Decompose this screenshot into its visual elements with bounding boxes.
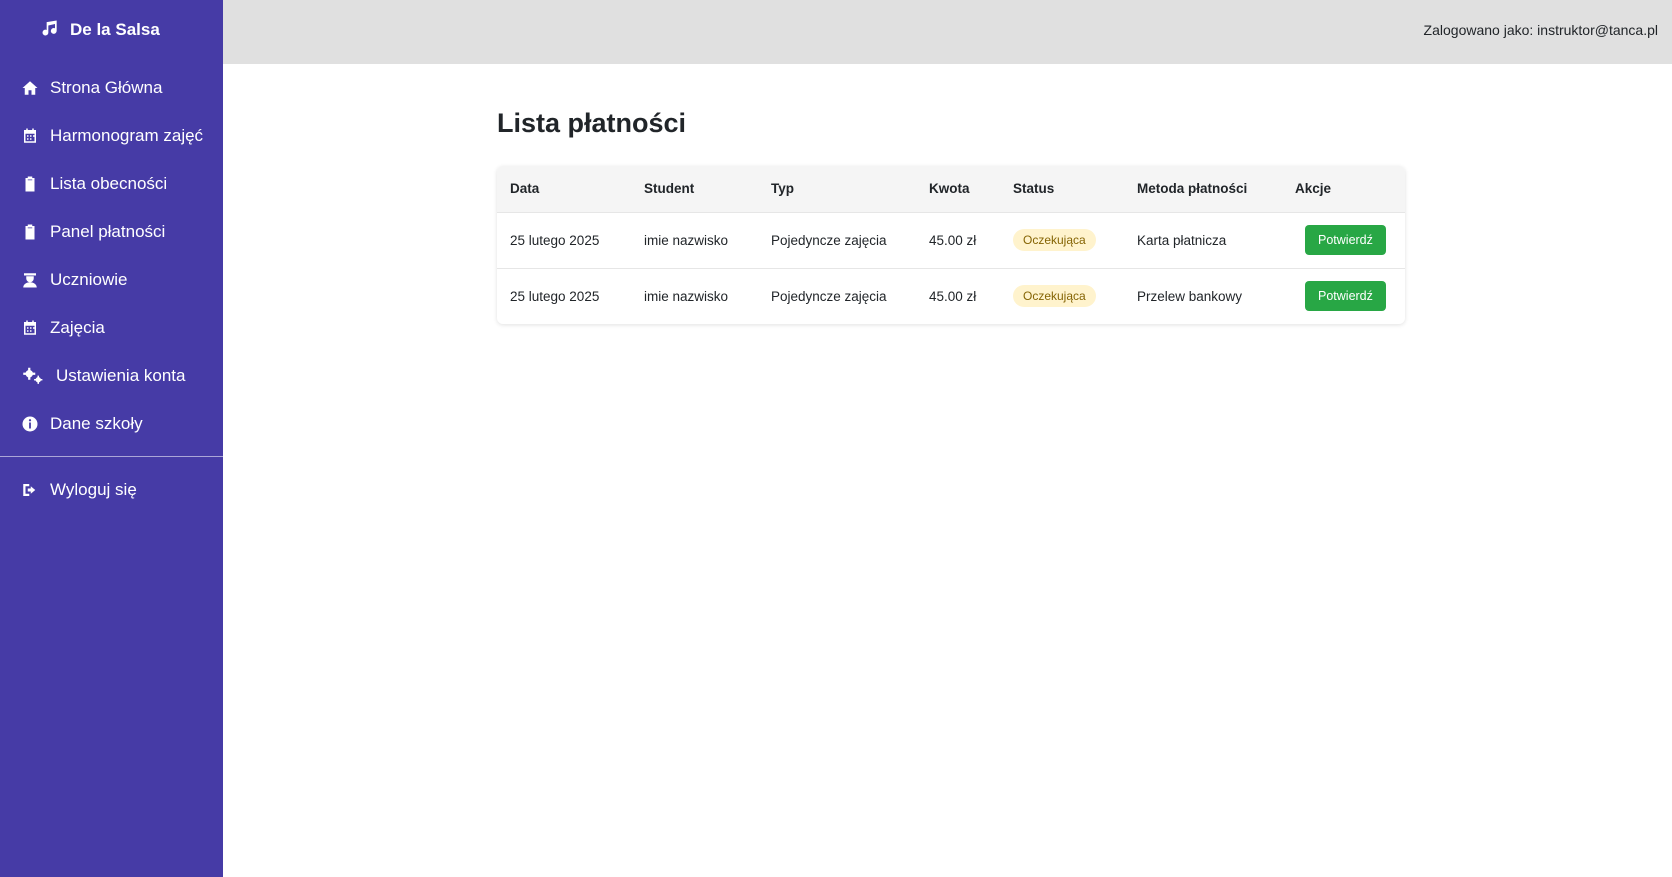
cell-status: Oczekująca — [1000, 212, 1124, 268]
cell-student: imie nazwisko — [644, 288, 729, 304]
clipboard-icon — [20, 174, 40, 194]
cell-date: 25 lutego 2025 — [510, 288, 600, 304]
sidebar-item-home[interactable]: Strona Główna — [20, 74, 223, 102]
cell-actions: Potwierdź — [1282, 212, 1405, 268]
logout-icon — [20, 480, 40, 500]
sidebar-item-classes[interactable]: Zajęcia — [20, 314, 223, 342]
sidebar-item-label: Harmonogram zajęć — [50, 126, 204, 145]
column-header-student: Student — [644, 181, 695, 197]
status-badge: Oczekująca — [1013, 229, 1096, 251]
sidebar-item-attendance[interactable]: Lista obecności — [20, 170, 223, 198]
logout-button[interactable]: Wyloguj się — [20, 476, 223, 504]
sidebar: De la Salsa Strona Główna Harmonogram za… — [0, 0, 223, 877]
info-icon — [20, 414, 40, 434]
brand[interactable]: De la Salsa — [40, 18, 160, 42]
cell-type: Pojedyncze zajęcia — [771, 232, 887, 248]
brand-name: De la Salsa — [70, 20, 160, 39]
column-header-method: Metoda płatności — [1137, 181, 1248, 197]
sidebar-item-label: Dane szkoły — [50, 414, 143, 433]
cell-method: Przelew bankowy — [1137, 288, 1243, 304]
sidebar-item-label: Ustawienia konta — [56, 366, 186, 385]
clipboard-icon — [20, 222, 40, 242]
cell-type: Pojedyncze zajęcia — [771, 288, 887, 304]
cell-amount: 45.00 zł — [929, 232, 977, 248]
payments-table: Data Student Typ Kwota Status Metoda pła… — [497, 166, 1405, 324]
table-header-row: Data Student Typ Kwota Status Metoda pła… — [497, 166, 1405, 212]
sidebar-item-account-settings[interactable]: Ustawienia konta — [20, 362, 223, 390]
column-header-type: Typ — [771, 181, 794, 197]
sidebar-item-label: Strona Główna — [50, 78, 163, 97]
logged-in-user: Zalogowano jako: instruktor@tanca.pl — [1423, 22, 1658, 38]
status-badge: Oczekująca — [1013, 285, 1096, 308]
sidebar-item-label: Zajęcia — [50, 318, 105, 337]
sidebar-item-label: Lista obecności — [50, 174, 168, 193]
page-title: Lista płatności — [497, 108, 687, 138]
column-header-date: Data — [510, 181, 540, 197]
sidebar-item-label: Panel płatności — [50, 222, 166, 241]
top-bar: Zalogowano jako: instruktor@tanca.pl — [223, 0, 1672, 64]
sidebar-item-label: Uczniowie — [50, 270, 128, 289]
cell-date: 25 lutego 2025 — [510, 232, 600, 248]
sidebar-item-school-data[interactable]: Dane szkoły — [20, 410, 223, 438]
student-icon — [20, 270, 40, 290]
sidebar-item-payments[interactable]: Panel płatności — [20, 218, 223, 246]
logout-label: Wyloguj się — [50, 480, 137, 499]
column-header-actions: Akcje — [1295, 181, 1332, 197]
column-header-amount: Kwota — [929, 181, 970, 197]
column-header-status: Status — [1013, 181, 1055, 197]
sidebar-item-schedule[interactable]: Harmonogram zajęć — [20, 122, 223, 150]
home-icon — [20, 78, 40, 98]
cell-method: Karta płatnicza — [1137, 232, 1227, 248]
cell-status: Oczekująca — [1000, 268, 1124, 324]
confirm-button[interactable]: Potwierdź — [1305, 225, 1386, 255]
calendar-icon — [20, 318, 40, 338]
calendar-icon — [20, 126, 40, 146]
confirm-button[interactable]: Potwierdź — [1305, 281, 1386, 312]
sidebar-divider — [0, 456, 223, 457]
cell-amount: 45.00 zł — [929, 288, 977, 304]
music-note-icon — [40, 18, 60, 43]
cell-actions: Potwierdź — [1282, 268, 1405, 324]
cell-student: imie nazwisko — [644, 232, 729, 248]
table-row: 25 lutego 2025 imie nazwisko Pojedyncze … — [497, 268, 1405, 324]
table-row: 25 lutego 2025 imie nazwisko Pojedyncze … — [497, 212, 1405, 268]
gears-icon — [20, 366, 46, 386]
sidebar-item-students[interactable]: Uczniowie — [20, 266, 223, 294]
